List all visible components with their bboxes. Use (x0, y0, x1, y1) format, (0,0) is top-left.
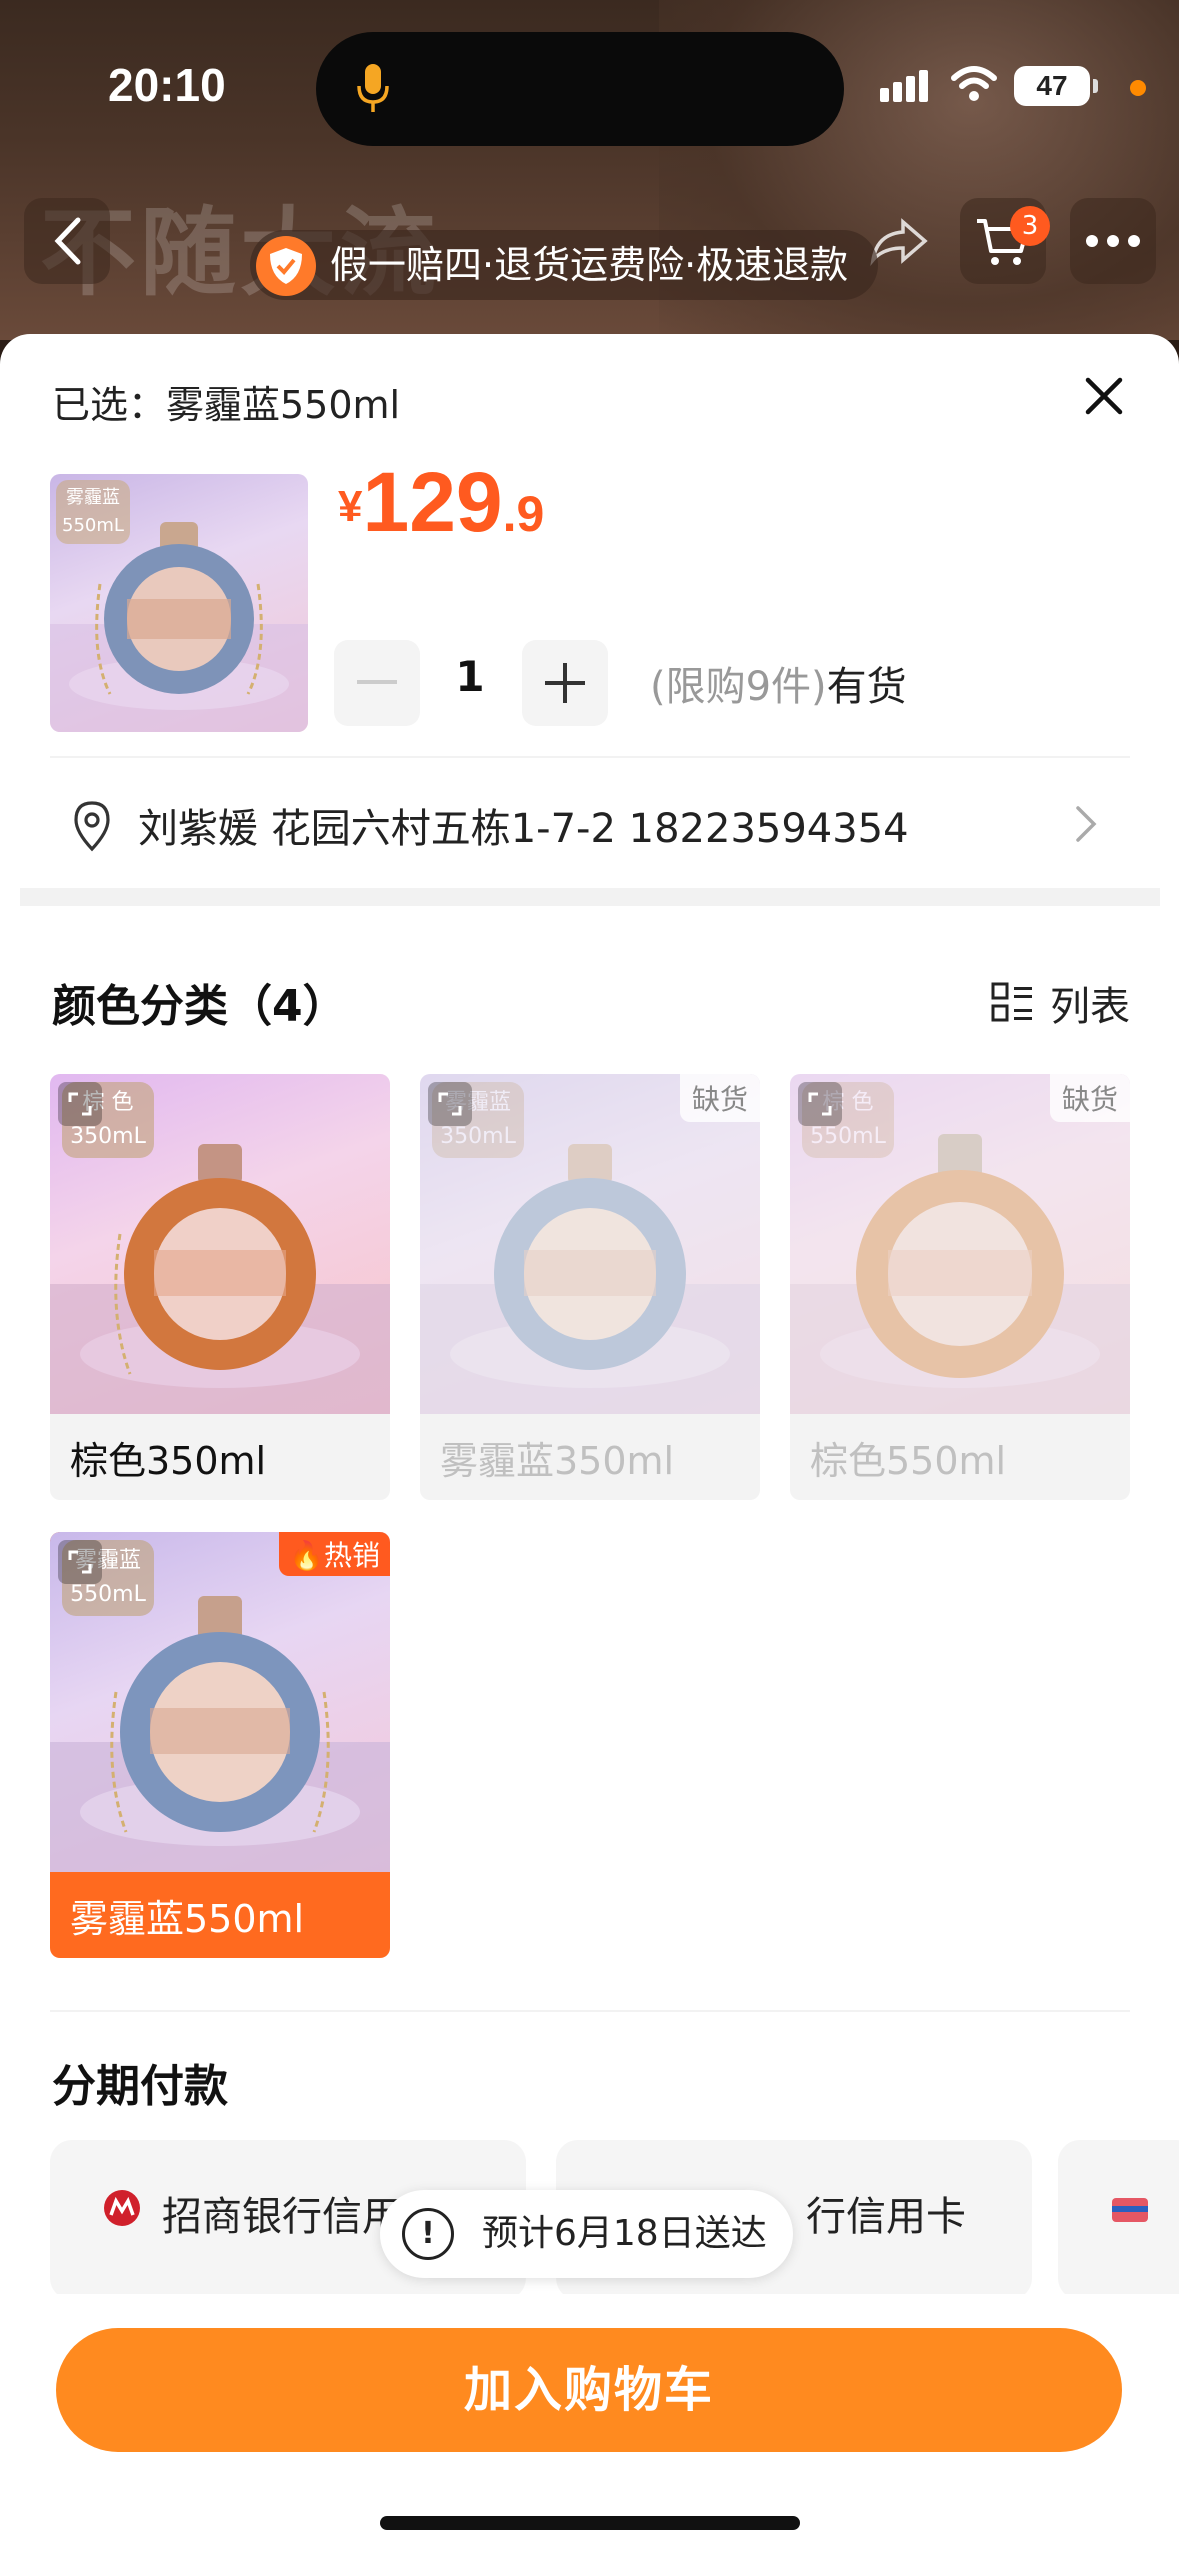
back-button[interactable] (24, 198, 110, 284)
minus-icon (357, 680, 397, 684)
quantity-increase-button[interactable] (522, 640, 608, 726)
expand-icon[interactable] (428, 1082, 472, 1126)
stock-status: (限购9件)有货 (650, 654, 907, 712)
guarantee-text: 假一赔四·退货运费险·极速退款 (330, 243, 849, 287)
signal-icon (880, 70, 932, 102)
option-label: 棕色350ml (70, 1439, 267, 1483)
delivery-estimate-text: 预计6月18日送达 (482, 2213, 767, 2254)
more-button[interactable] (1070, 198, 1156, 284)
quantity-decrease-button[interactable] (334, 640, 420, 726)
option-label: 雾霾蓝550ml (70, 1897, 305, 1941)
expand-icon[interactable] (58, 1540, 102, 1584)
hot-sale-badge: 🔥热销 (279, 1532, 390, 1576)
home-indicator (380, 2516, 800, 2530)
guarantee-banner: 假一赔四·退货运费险·极速退款 (250, 230, 879, 300)
delivery-estimate: ! 预计6月18日送达 (380, 2190, 793, 2278)
color-option-card[interactable]: 棕 色 550mL 缺货 棕色550ml (790, 1074, 1130, 1500)
dynamic-island (316, 32, 844, 146)
installment-option[interactable] (1058, 2140, 1179, 2300)
option-label: 雾霾蓝350ml (440, 1439, 675, 1483)
list-view-icon (991, 982, 1032, 1022)
alert-icon: ! (402, 2208, 454, 2260)
more-icon (1086, 235, 1140, 247)
plus-icon (545, 663, 585, 703)
close-icon[interactable] (1082, 374, 1126, 418)
out-of-stock-badge: 缺货 (679, 1074, 760, 1122)
thumbnail-tag: 雾霾蓝 550mL (56, 480, 130, 544)
color-option-card-selected[interactable]: 雾霾蓝 550mL 🔥热销 雾霾蓝550ml (50, 1532, 390, 1958)
shield-icon (256, 236, 316, 296)
privacy-dot (1130, 80, 1146, 96)
expand-icon[interactable] (58, 1082, 102, 1126)
share-icon (870, 218, 928, 266)
microphone-icon (357, 64, 389, 112)
out-of-stock-badge: 缺货 (1049, 1074, 1130, 1122)
flame-icon: 🔥 (289, 1539, 324, 1572)
list-view-toggle[interactable]: 列表 (990, 974, 1130, 1032)
stock-text: 有货 (826, 664, 907, 710)
status-time: 20:10 (108, 59, 226, 111)
list-view-label: 列表 (1050, 984, 1130, 1030)
battery-indicator: 47 (1014, 66, 1098, 106)
price: ¥129.9 (338, 455, 545, 549)
selected-sku-thumbnail[interactable]: 雾霾蓝 550mL (50, 474, 308, 732)
chevron-right-icon[interactable] (1070, 802, 1100, 846)
bank-logo-icon (1112, 2198, 1148, 2222)
divider (50, 2010, 1130, 2012)
installment-section-title: 分期付款 (52, 2061, 228, 2112)
bank-name: 行信用卡 (806, 2194, 966, 2240)
selected-sku-text: 已选：雾霾蓝550ml (52, 383, 401, 427)
add-to-cart-button[interactable]: 加入购物车 (56, 2328, 1122, 2452)
option-label: 棕色550ml (810, 1439, 1007, 1483)
divider (50, 756, 1130, 758)
delivery-address[interactable]: 刘紫媛 花园六村五栋1-7-2 18223594354 (138, 796, 909, 854)
location-pin-icon (74, 801, 110, 852)
chevron-left-icon (54, 217, 81, 265)
color-section-title: 颜色分类（4） (52, 981, 347, 1032)
purchase-limit: (限购9件) (650, 664, 827, 710)
expand-icon[interactable] (798, 1082, 842, 1126)
color-option-card[interactable]: 棕 色 350mL 棕色350ml (50, 1074, 390, 1500)
cart-badge: 3 (1010, 206, 1050, 246)
wifi-icon (951, 66, 997, 101)
section-divider (20, 888, 1160, 906)
sku-sheet: 已选：雾霾蓝550ml 雾霾蓝 550mL ¥129.9 1 (限购9件)有货 (0, 334, 1179, 2556)
color-option-card[interactable]: 雾霾蓝 350mL 缺货 雾霾蓝350ml (420, 1074, 760, 1500)
status-bar: 20:10 47 (0, 0, 1179, 170)
cmb-bank-logo-icon (104, 2190, 140, 2226)
quantity-value: 1 (455, 652, 485, 701)
